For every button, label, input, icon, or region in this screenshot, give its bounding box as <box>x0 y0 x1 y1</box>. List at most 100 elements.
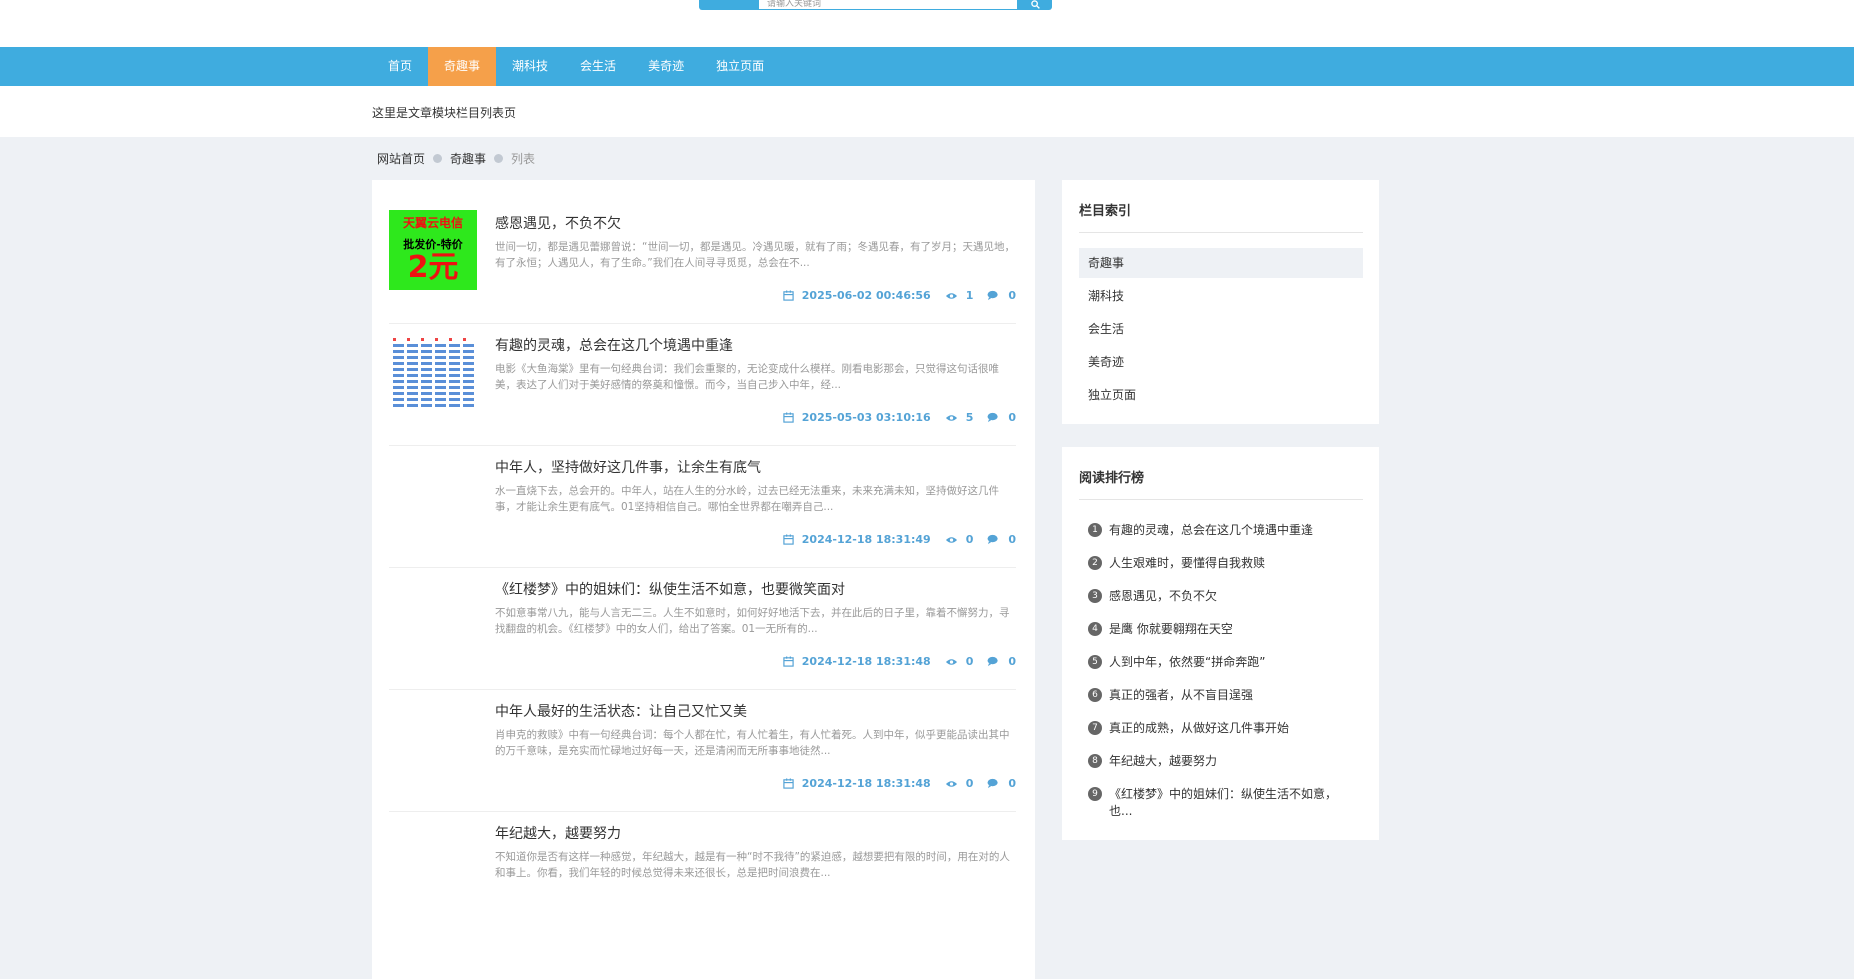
breadcrumb-separator <box>433 154 443 163</box>
article-title[interactable]: 《红楼梦》中的姐妹们：纵使生活不如意，也要微笑面对 <box>495 579 845 599</box>
rank-number: 5 <box>1088 655 1102 669</box>
breadcrumb-category[interactable]: 奇趣事 <box>450 150 486 167</box>
rank-item[interactable]: 2 人生艰难时，要懂得自我救赎 <box>1088 555 1358 572</box>
article-meta: 2025-06-02 00:46:56 1 0 <box>783 289 1016 302</box>
article-comments: 0 <box>1008 655 1016 668</box>
article-summary: 不知道你是否有这样一种感觉，年纪越大，越是有一种“时不我待”的紧迫感，越想要把有… <box>495 851 1010 879</box>
rank-item[interactable]: 8 年纪越大，越要努力 <box>1088 753 1358 770</box>
category-item-meiqiji[interactable]: 美奇迹 <box>1079 347 1363 377</box>
thumb-grid-cell <box>449 368 460 371</box>
thumb-grid-cell <box>421 338 424 341</box>
thumb-grid-cell <box>435 386 446 389</box>
thumb-grid-cell <box>463 398 474 401</box>
thumb-grid-cell <box>449 362 460 365</box>
thumb-grid-cell <box>435 338 438 341</box>
category-item-chaokeji[interactable]: 潮科技 <box>1079 281 1363 311</box>
calendar-icon <box>783 290 794 301</box>
search-input[interactable]: 请输入关键词 <box>758 0 1018 10</box>
article-date: 2025-05-03 03:10:16 <box>801 411 931 424</box>
article-comments: 0 <box>1008 289 1016 302</box>
main-nav: 首页 奇趣事 潮科技 会生活 美奇迹 独立页面 <box>0 47 1854 86</box>
eye-icon <box>945 292 957 299</box>
search-button[interactable] <box>1018 0 1052 10</box>
thumb-grid-cell <box>449 380 460 383</box>
category-description: 这里是文章模块栏目列表页 <box>372 106 517 120</box>
rank-item[interactable]: 6 真正的强者，从不盲目逞强 <box>1088 687 1358 704</box>
article-summary: 不如意事常八九，能与人言无二三。人生不如意时，如何好好地活下去，并在此后的日子里… <box>495 607 1010 635</box>
category-index-title: 栏目索引 <box>1079 204 1132 219</box>
article-views: 0 <box>965 777 974 790</box>
search-icon <box>1030 0 1040 9</box>
calendar-icon <box>783 778 794 789</box>
article-item: 年纪越大，越要努力 不知道你是否有这样一种感觉，年纪越大，越是有一种“时不我待”… <box>389 790 1016 934</box>
thumb-grid-cell <box>449 386 460 389</box>
rank-item[interactable]: 7 真正的成熟，从做好这几件事开始 <box>1088 720 1358 737</box>
thumb-grid-cell <box>407 392 418 395</box>
nav-item-huishenghuo[interactable]: 会生活 <box>564 47 632 86</box>
category-description-bar: 这里是文章模块栏目列表页 <box>0 86 1854 137</box>
thumb-grid-cell <box>421 404 432 407</box>
comments-icon <box>987 290 998 301</box>
comments-icon <box>987 778 998 789</box>
rank-item[interactable]: 3 感恩遇见，不负不欠 <box>1088 588 1358 605</box>
thumb-grid-cell <box>463 362 474 365</box>
top-header: 请输入关键词 <box>0 0 1854 47</box>
thumb-grid-cell <box>407 350 418 353</box>
rank-item[interactable]: 5 人到中年，依然要“拼命奔跑” <box>1088 654 1358 671</box>
thumb-grid-cell <box>407 374 418 377</box>
thumb-grid-cell <box>421 356 432 359</box>
nav-item-chaokeji[interactable]: 潮科技 <box>496 47 564 86</box>
article-meta: 2024-12-18 18:31:49 0 0 <box>783 533 1016 546</box>
breadcrumb-separator <box>494 154 504 163</box>
category-item-dulijemian[interactable]: 独立页面 <box>1079 380 1363 410</box>
rank-title: 感恩遇见，不负不欠 <box>1109 589 1218 603</box>
thumb-grid-cell <box>393 380 404 383</box>
article-thumbnail[interactable] <box>389 332 477 412</box>
thumb-grid-cell <box>463 356 474 359</box>
thumb-grid-cell <box>435 350 446 353</box>
calendar-icon <box>783 534 794 545</box>
article-summary: 电影《大鱼海棠》里有一句经典台词：我们会重聚的，无论变成什么模样。刚看电影那会，… <box>495 363 999 391</box>
reading-rank-title: 阅读排行榜 <box>1079 471 1145 486</box>
breadcrumb-home[interactable]: 网站首页 <box>377 150 425 167</box>
article-meta: 2025-05-03 03:10:16 5 0 <box>783 411 1016 424</box>
comments-icon <box>987 412 998 423</box>
rank-number: 1 <box>1088 523 1102 537</box>
category-item-qiqushi[interactable]: 奇趣事 <box>1079 248 1363 278</box>
thumb-grid-cell <box>421 362 432 365</box>
article-date: 2024-12-18 18:31:48 <box>801 777 931 790</box>
thumb-grid-cell <box>393 338 396 341</box>
thumb-grid-cell <box>463 386 474 389</box>
rank-item[interactable]: 4 是鹰 你就要翱翔在天空 <box>1088 621 1358 638</box>
search-type-select[interactable] <box>699 0 758 10</box>
rank-number: 2 <box>1088 556 1102 570</box>
article-views: 0 <box>965 533 974 546</box>
category-item-huishenghuo[interactable]: 会生活 <box>1079 314 1363 344</box>
nav-item-qiqushi[interactable]: 奇趣事 <box>428 47 497 86</box>
thumb-grid-cell <box>435 380 446 383</box>
nav-item-meiqiji[interactable]: 美奇迹 <box>632 47 700 86</box>
nav-items: 首页 奇趣事 潮科技 会生活 美奇迹 独立页面 <box>372 47 780 86</box>
thumb-grid-cell <box>421 398 432 401</box>
article-title[interactable]: 年纪越大，越要努力 <box>495 823 621 843</box>
article-summary: 肖申克的救赎》中有一句经典台词：每个人都在忙，有人忙着生，有人忙着死。人到中年，… <box>495 729 1010 757</box>
rank-item[interactable]: 1 有趣的灵魂，总会在这几个境遇中重逢 <box>1088 522 1358 539</box>
rank-item[interactable]: 9 《红楼梦》中的姐妹们：纵使生活不如意，也... <box>1088 786 1358 820</box>
article-title[interactable]: 有趣的灵魂，总会在这几个境遇中重逢 <box>495 335 733 355</box>
eye-icon <box>945 780 957 787</box>
nav-item-home[interactable]: 首页 <box>372 47 428 86</box>
reading-rank-panel: 阅读排行榜 1 有趣的灵魂，总会在这几个境遇中重逢 2 人生艰难时，要懂得自我救赎 … <box>1062 447 1379 840</box>
article-title[interactable]: 中年人，坚持做好这几件事，让余生有底气 <box>495 457 761 477</box>
thumb-grid-cell <box>421 392 432 395</box>
article-views: 5 <box>965 411 974 424</box>
article-comments: 0 <box>1008 411 1016 424</box>
thumb-grid-cell <box>435 404 446 407</box>
thumb-grid-cell <box>463 404 474 407</box>
breadcrumb-current: 列表 <box>511 152 536 166</box>
thumb-grid-cell <box>393 392 404 395</box>
nav-item-dulijemian[interactable]: 独立页面 <box>700 47 780 86</box>
article-title[interactable]: 中年人最好的生活状态：让自己又忙又美 <box>495 701 747 721</box>
divider <box>1079 499 1363 500</box>
article-thumbnail[interactable]: 天翼云电信 批发价-特价 2元 <box>389 210 477 290</box>
article-title[interactable]: 感恩遇见，不负不欠 <box>495 213 621 233</box>
